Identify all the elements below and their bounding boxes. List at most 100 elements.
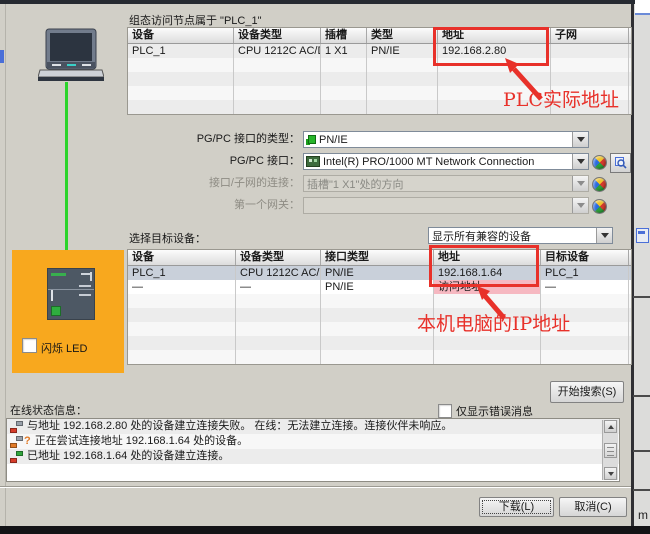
target-device-table: 设备 设备类型 接口类型 地址 目标设备 PLC_1 CPU 1212C AC/…: [127, 249, 632, 365]
left-blue-marker: [0, 50, 4, 63]
only-errors-checkbox[interactable]: [438, 404, 452, 418]
column-header: 目标设备: [541, 250, 629, 265]
cell-interface-type: PN/IE: [321, 280, 434, 294]
scroll-up-button[interactable]: [604, 420, 617, 433]
table-row-empty[interactable]: [128, 72, 631, 86]
column-header: 设备: [128, 28, 234, 43]
cell-target-device: PLC_1: [541, 266, 629, 280]
gateway-label: 第一个网关：: [234, 199, 300, 211]
cell-interface-type: PN/IE: [321, 266, 434, 280]
column-header: 设备类型: [236, 250, 321, 265]
start-search-button[interactable]: 开始搜索(S): [550, 381, 624, 403]
cell-type: PN/IE: [367, 44, 438, 58]
filter-value: 显示所有兼容的设备: [432, 230, 531, 243]
footer-separator: [0, 486, 631, 488]
compatible-devices-filter[interactable]: 显示所有兼容的设备: [428, 227, 613, 244]
scroll-thumb[interactable]: [604, 443, 617, 458]
pgpc-interface-label: PG/PC 接口：: [229, 155, 300, 167]
table-row[interactable]: — — PN/IE 访问地址 —: [128, 280, 631, 294]
status-row[interactable]: 与地址 192.168.2.80 处的设备建立连接失败。 在线：无法建立连接。连…: [7, 419, 619, 434]
cell-device: —: [128, 280, 236, 294]
column-header: 接口类型: [321, 250, 434, 265]
pc-address-annotation: 本机电脑的IP地址: [417, 313, 571, 335]
pgpc-type-select[interactable]: PN/IE: [303, 131, 589, 148]
flash-led-checkbox[interactable]: [22, 338, 37, 353]
background-accent-line: [635, 13, 650, 15]
status-text: 正在尝试连接地址 192.168.1.64 处的设备。: [34, 435, 249, 447]
plc-led: [51, 306, 61, 316]
status-scrollbar[interactable]: [602, 420, 618, 480]
background-letter: m: [638, 508, 648, 522]
status-message-list: 与地址 192.168.2.80 处的设备建立连接失败。 在线：无法建立连接。连…: [6, 418, 620, 482]
cell-device-type: CPU 1212C AC/D...: [236, 266, 321, 280]
magnifier-icon: [614, 157, 627, 169]
flash-led-label: 闪烁 LED: [41, 343, 88, 355]
dropdown-arrow[interactable]: [572, 154, 588, 169]
properties-ball-icon[interactable]: [592, 177, 607, 192]
subnet-connection-label: 接口/子网的连接：: [208, 177, 300, 189]
subnet-connection-select: 插槽"1 X1"处的方向: [303, 175, 589, 192]
subnet-connection-value: 插槽"1 X1"处的方向: [307, 178, 404, 191]
status-row[interactable]: ? 正在尝试连接地址 192.168.1.64 处的设备。: [7, 434, 619, 449]
dropdown-arrow: [572, 176, 588, 191]
screen-bottom-bar: [0, 526, 650, 534]
column-header: 设备类型: [234, 28, 321, 43]
pc-address-highlight-box: [429, 245, 539, 287]
divider: [633, 395, 650, 397]
browse-network-button[interactable]: [610, 153, 631, 173]
table-row-empty[interactable]: [128, 58, 631, 72]
table-row-selected[interactable]: PLC_1 CPU 1212C AC/D... PN/IE 192.168.1.…: [128, 266, 631, 280]
properties-ball-icon[interactable]: [592, 199, 607, 214]
gateway-select: [303, 197, 589, 214]
question-mark-icon: ?: [24, 435, 31, 447]
column-header: 插槽: [321, 28, 367, 43]
only-errors-label: 仅显示错误消息: [456, 406, 533, 418]
pgpc-interface-value: Intel(R) PRO/1000 MT Network Connection: [323, 155, 535, 168]
table-row-empty[interactable]: [128, 350, 631, 364]
dropdown-arrow[interactable]: [596, 228, 612, 243]
dropdown-arrow[interactable]: [572, 132, 588, 147]
background-window-top-edge: [0, 0, 637, 4]
properties-ball-icon[interactable]: [592, 155, 607, 170]
config-table-header: 设备 设备类型 插槽 类型 地址 子网: [128, 28, 631, 44]
divider: [633, 296, 650, 298]
background-corner: [635, 0, 650, 13]
plc-address-annotation: PLC实际地址: [503, 89, 619, 111]
table-row-empty[interactable]: [128, 294, 631, 308]
pgpc-type-value: PN/IE: [319, 133, 348, 146]
column-header: 设备: [128, 250, 236, 265]
cell-device-type: —: [236, 280, 321, 294]
connection-ok-icon: [10, 450, 23, 463]
connection-failed-icon: [10, 420, 23, 433]
divider: [633, 489, 650, 491]
background-window-strip: [634, 4, 650, 526]
table-row[interactable]: PLC_1 CPU 1212C AC/D... 1 X1 PN/IE 192.1…: [128, 44, 631, 58]
pnie-icon: [306, 134, 316, 145]
cell-slot: 1 X1: [321, 44, 367, 58]
cell-target-device: —: [541, 280, 629, 294]
pgpc-type-label: PG/PC 接口的类型：: [196, 133, 300, 145]
target-table-header: 设备 设备类型 接口类型 地址 目标设备: [128, 250, 631, 266]
cell-subnet: [551, 44, 629, 58]
download-button[interactable]: 下载(L): [479, 497, 554, 517]
status-text: 与地址 192.168.2.80 处的设备建立连接失败。 在线：无法建立连接。连…: [27, 420, 453, 432]
cancel-button[interactable]: 取消(C): [559, 497, 627, 517]
status-text: 已地址 192.168.1.64 处的设备建立连接。: [27, 450, 230, 462]
download-to-device-dialog: 闪烁 LED 组态访问节点属于 "PLC_1" 设备 设备类型 插槽 类型 地址…: [0, 0, 650, 534]
status-row[interactable]: 已地址 192.168.1.64 处的设备建立连接。: [7, 449, 619, 464]
table-row-empty[interactable]: [128, 336, 631, 350]
column-header: 类型: [367, 28, 438, 43]
pgpc-interface-select[interactable]: Intel(R) PRO/1000 MT Network Connection: [303, 153, 589, 170]
cell-device: PLC_1: [128, 44, 234, 58]
connection-line: [65, 82, 68, 268]
background-toolbar-icon: [636, 228, 649, 243]
column-header: 子网: [551, 28, 629, 43]
online-status-label: 在线状态信息：: [10, 405, 87, 417]
plc-address-highlight-box: [433, 27, 549, 66]
connection-trying-icon: [10, 435, 23, 448]
plc-device-image: [47, 268, 95, 320]
dropdown-arrow: [572, 198, 588, 213]
divider: [633, 450, 650, 452]
scroll-down-button[interactable]: [604, 467, 617, 480]
network-card-icon: [306, 156, 320, 167]
